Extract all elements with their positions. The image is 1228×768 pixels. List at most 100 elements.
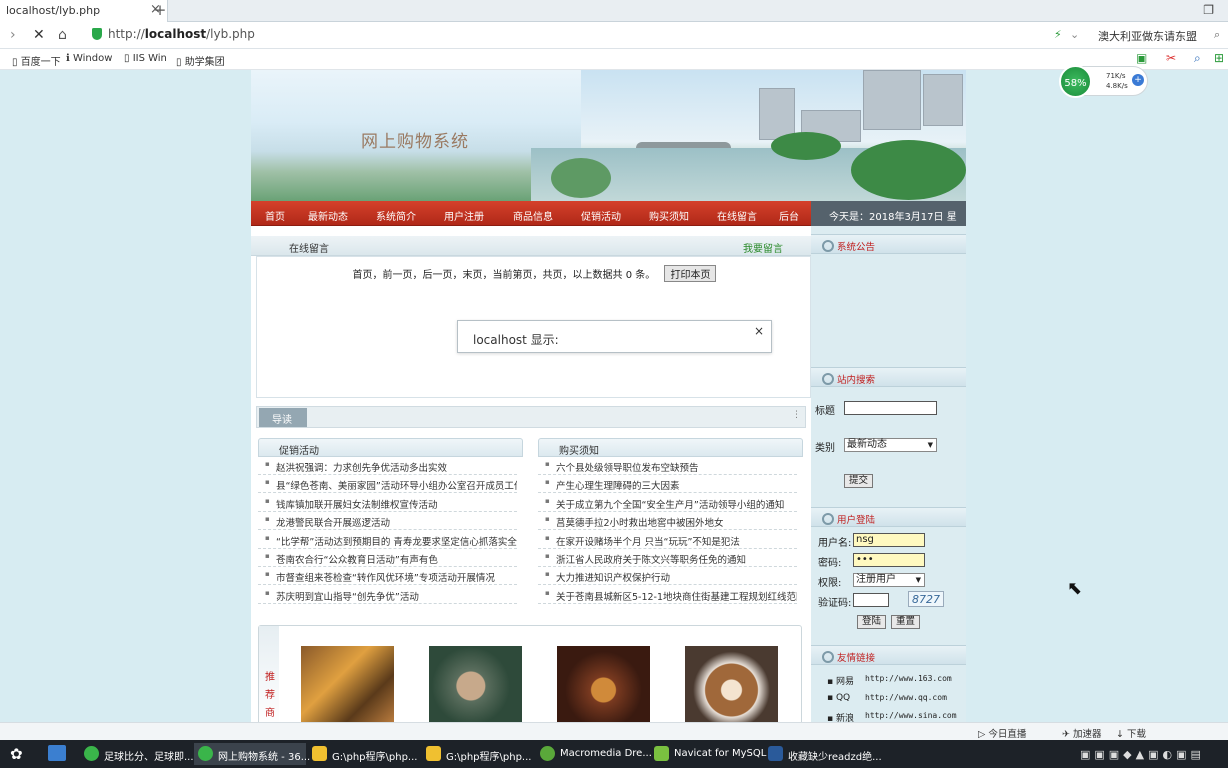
friend-link-url: http://www.qq.com: [865, 693, 947, 702]
dialog-title: localhost 显示:: [473, 333, 559, 347]
dropdown-arrow-icon: ▼: [927, 441, 933, 449]
friend-link[interactable]: ▪ QQ http://www.qq.com: [827, 693, 947, 703]
nav-register[interactable]: 用户注册: [444, 208, 484, 223]
list-item[interactable]: 产生心理生理障碍的三大因素: [538, 475, 797, 494]
magnifier-icon[interactable]: ⌕: [1194, 51, 1201, 66]
role-select[interactable]: 注册用户 ▼: [853, 573, 925, 587]
stop-loading-icon[interactable]: ✕: [33, 27, 45, 43]
nav-latest[interactable]: 最新动态: [308, 208, 348, 223]
recommend-label: 推 荐 商: [259, 626, 279, 726]
captcha-input[interactable]: [853, 593, 889, 607]
home-icon[interactable]: ⌂: [58, 27, 67, 43]
list-item[interactable]: 浙江省人民政府关于陈文兴等职务任免的通知: [538, 549, 797, 567]
friend-link[interactable]: ▪ 网易 http://www.163.com: [827, 674, 952, 687]
product-image[interactable]: [301, 646, 394, 726]
system-tray-icons[interactable]: ▣▣▣◆▲▣◐▣▤: [1080, 748, 1205, 761]
nav-purchase-notes[interactable]: 购买须知: [649, 208, 689, 223]
product-image[interactable]: [429, 646, 522, 726]
search-category-select[interactable]: 最新动态 ▼: [844, 438, 937, 452]
taskbar-item[interactable]: 足球比分、足球即...: [80, 743, 194, 765]
guide-tab[interactable]: 导读: [259, 408, 307, 427]
chevron-down-icon[interactable]: ⌄: [1070, 28, 1079, 41]
list-item[interactable]: 龙港警民联合开展巡逻活动: [258, 512, 517, 531]
more-icon[interactable]: ⋮: [792, 410, 801, 420]
window-restore-icon[interactable]: ❐: [1203, 3, 1214, 17]
url-field[interactable]: http://localhost/lyb.php: [108, 27, 255, 41]
search-title-label: 标题: [815, 406, 835, 417]
banner-tree: [851, 140, 966, 200]
list-item[interactable]: 市督查组来苍检查“转作风优环境”专项活动开展情况: [258, 567, 517, 586]
dropdown-arrow-icon: ▼: [915, 576, 921, 584]
username-input[interactable]: nsg: [853, 533, 925, 547]
taskbar-item[interactable]: Macromedia Dre...: [536, 743, 652, 765]
taskbar-label: Navicat for MySQL: [674, 748, 767, 759]
scissors-icon[interactable]: ✂: [1166, 51, 1176, 65]
taskbar-item[interactable]: 收藏缺少readzd绝...: [764, 743, 882, 765]
plus-icon[interactable]: +: [1132, 74, 1144, 86]
search-submit-button[interactable]: 提交: [844, 474, 874, 488]
extension-icon[interactable]: ▣: [1136, 51, 1147, 65]
list-item[interactable]: 大力推进知识产权保护行动: [538, 567, 797, 586]
download-link[interactable]: ↓ 下载: [1116, 726, 1146, 740]
new-tab-button[interactable]: +: [152, 1, 168, 19]
app-icon[interactable]: [48, 745, 66, 761]
nav-guestbook[interactable]: 在线留言: [717, 208, 757, 223]
grid-icon[interactable]: ⊞: [1214, 51, 1224, 65]
news-ticker[interactable]: 澳大利亚做东请东盟: [1098, 28, 1197, 44]
taskbar-item[interactable]: G:\php程序\php...: [422, 743, 534, 765]
bookmark-item[interactable]: ℹ Window: [66, 53, 112, 64]
nav-about[interactable]: 系统简介: [376, 208, 416, 223]
list-item[interactable]: 钱库镇加联开展妇女法制维权宣传活动: [258, 494, 517, 512]
list-item[interactable]: 在家开设赌场半个月 只当“玩玩”不知是犯法: [538, 531, 797, 549]
list-item[interactable]: 莒莫德手拉2小时救出地窖中被困外地女: [538, 512, 797, 531]
notice-column: 购买须知 六个县处级领导职位发布空缺预告产生心理生理障碍的三大因素关于成立第九个…: [538, 438, 803, 604]
friend-link-url: http://www.163.com: [865, 674, 952, 683]
lightning-icon[interactable]: ⚡: [1054, 28, 1062, 41]
guestbook-title: 在线留言: [289, 244, 329, 255]
live-link[interactable]: ▷ 今日直播: [978, 726, 1026, 740]
download-speed: 4.8K/s: [1106, 82, 1128, 90]
taskbar-item[interactable]: G:\php程序\php...: [308, 743, 420, 765]
search-icon[interactable]: ⌕: [1214, 28, 1220, 42]
list-item[interactable]: 县“绿色苍南、美丽家园”活动环导小组办公室召开成员工作: [258, 475, 517, 494]
list-item[interactable]: 苏庆明到宜山指导“创先争优”活动: [258, 586, 517, 604]
pager-text[interactable]: 首页，前一页，后一页，末页，当前第页，共页，以上数据共 0 条。: [353, 270, 656, 281]
list-item[interactable]: 赵洪祝强调：力求创先争优活动多出实效: [258, 457, 517, 475]
password-input[interactable]: •••: [853, 553, 925, 567]
nav-home[interactable]: 首页: [265, 208, 285, 223]
list-item[interactable]: “比学帮”活动达到预期目的 青寿龙要求坚定信心抓落实全�: [258, 531, 517, 549]
post-message-link[interactable]: 我要留言: [743, 240, 783, 255]
bookmark-item[interactable]: ▯ 百度一下: [12, 53, 61, 68]
banner-building: [923, 74, 963, 126]
search-title-input[interactable]: [844, 401, 937, 415]
start-icon[interactable]: ✿: [10, 745, 23, 763]
login-button[interactable]: 登陆: [857, 615, 887, 629]
nav-products[interactable]: 商品信息: [513, 208, 553, 223]
close-icon[interactable]: ×: [754, 324, 764, 338]
list-item[interactable]: 苍南农合行“公众教育日活动”有声有色: [258, 549, 517, 567]
captcha-image[interactable]: 8727: [908, 591, 944, 607]
browser-tab[interactable]: localhost/lyb.php ×: [0, 0, 168, 22]
product-image[interactable]: [557, 646, 650, 726]
accelerator-link[interactable]: ✈ 加速器: [1062, 726, 1102, 740]
forward-icon[interactable]: ›: [10, 27, 16, 43]
taskbar-item-active[interactable]: 网上购物系统 - 36...: [194, 743, 310, 765]
list-item[interactable]: 关于成立第九个全国“安全生产月”活动领导小组的通知: [538, 494, 797, 512]
list-item[interactable]: 关于苍南县城新区5-12-1地块商住街基建工程规划红线范围内: [538, 586, 797, 604]
network-speed-widget[interactable]: 58% 71K/s 4.8K/s +: [1059, 65, 1148, 98]
list-item[interactable]: 六个县处级领导职位发布空缺预告: [538, 457, 797, 475]
product-image[interactable]: [685, 646, 778, 726]
tab-bar: localhost/lyb.php × + ❐: [0, 0, 1228, 22]
taskbar-label: G:\php程序\php...: [332, 752, 418, 763]
role-label: 权限:: [818, 578, 842, 589]
taskbar-item[interactable]: Navicat for MySQL: [650, 743, 766, 765]
bookmark-item[interactable]: ▯ 助学集团: [176, 53, 225, 68]
bookmark-item[interactable]: ▯ IIS Win: [124, 53, 167, 64]
recommend-char: 商: [265, 708, 275, 719]
nav-promotions[interactable]: 促销活动: [581, 208, 621, 223]
reset-button[interactable]: 重置: [891, 615, 921, 629]
site-title: 网上购物系统: [361, 132, 469, 152]
nav-admin[interactable]: 后台: [779, 208, 799, 223]
date-display: 今天是：2018年3月17日 星期六: [811, 201, 966, 238]
print-button[interactable]: 打印本页: [664, 265, 717, 282]
